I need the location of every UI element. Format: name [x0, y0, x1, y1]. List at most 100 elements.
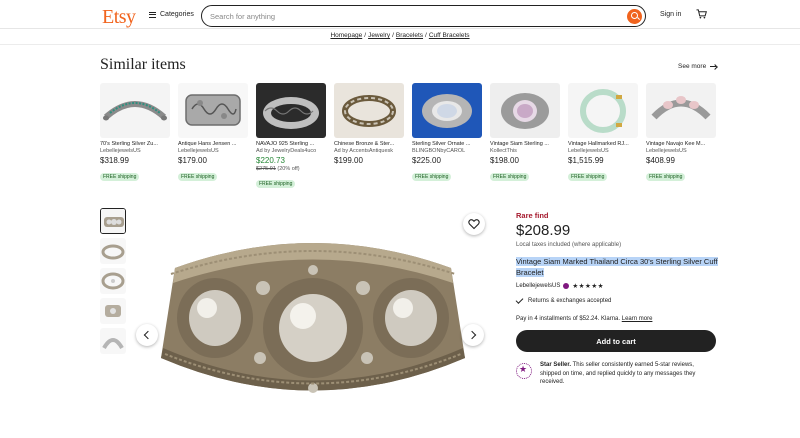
returns-text: Returns & exchanges accepted	[528, 298, 612, 304]
item-title[interactable]: Antique Hans Jensen ...	[178, 141, 248, 147]
image-thumbnail-list	[100, 208, 128, 358]
categories-label: Categories	[160, 11, 194, 18]
image-thumbnail[interactable]	[100, 328, 126, 354]
item-price: $318.99	[100, 156, 129, 165]
arrow-right-icon	[710, 64, 717, 70]
similar-items-title: Similar items	[100, 56, 186, 73]
similar-item-card[interactable]: NAVAJO 925 Sterling ... Ad by JewelryDea…	[256, 83, 326, 190]
item-image[interactable]	[100, 83, 170, 138]
search-bar	[201, 5, 646, 27]
image-thumbnail[interactable]	[100, 238, 126, 264]
item-image[interactable]	[490, 83, 560, 138]
free-shipping-badge: FREE shipping	[412, 173, 452, 181]
item-title[interactable]: Sterling Silver Ornate ...	[412, 141, 482, 147]
breadcrumb: Homepage / Jewelry / Bracelets / Cuff Bracelet…	[330, 32, 470, 39]
breadcrumb-divider	[0, 44, 800, 45]
similar-item-card[interactable]: Vintage Hallmarked RJ... LebellejewelsUS…	[568, 83, 638, 183]
free-shipping-badge: FREE shipping	[490, 173, 530, 181]
item-shop: LebellejewelsUS	[100, 148, 141, 154]
item-original-price: $275.91 (20% off)	[256, 166, 326, 172]
add-to-cart-button[interactable]: Add to cart	[516, 330, 716, 352]
item-title[interactable]: Vintage Navajo Kee M...	[646, 141, 716, 147]
item-price: $179.00	[178, 156, 207, 165]
similar-item-card[interactable]: Vintage Siam Sterling ... KollectThis $1…	[490, 83, 560, 183]
item-shop: LebellejewelsUS	[568, 148, 609, 154]
check-icon	[515, 296, 524, 304]
item-title[interactable]: 70's Sterling Silver Zu...	[100, 141, 170, 147]
free-shipping-badge: FREE shipping	[256, 180, 296, 188]
installments-text: Pay in 4 installments of $52.24. Klarna.	[516, 316, 621, 322]
similar-item-card[interactable]: Antique Hans Jensen ... LebellejewelsUS …	[178, 83, 248, 183]
breadcrumb-homepage[interactable]: Homepage	[330, 32, 362, 39]
etsy-logo[interactable]: Etsy	[102, 6, 136, 29]
search-input[interactable]	[210, 9, 610, 23]
cart-icon[interactable]	[696, 9, 707, 19]
item-price: $225.00	[412, 156, 441, 165]
next-image-button[interactable]	[462, 324, 484, 346]
header-divider	[0, 28, 800, 29]
free-shipping-badge: FREE shipping	[568, 173, 608, 181]
product-title: Vintage Siam Marked Thailand Circa 30's …	[516, 256, 726, 278]
previous-image-button[interactable]	[136, 324, 158, 346]
item-price: $1,515.99	[568, 156, 604, 165]
item-title[interactable]: NAVAJO 925 Sterling ...	[256, 141, 326, 147]
similar-item-card[interactable]: Vintage Navajo Kee M... LebellejewelsUS …	[646, 83, 716, 183]
image-thumbnail[interactable]	[100, 268, 126, 294]
item-shop: LebellejewelsUS	[646, 148, 687, 154]
tax-note: Local taxes included (where applicable)	[516, 242, 622, 248]
breadcrumb-jewelry[interactable]: Jewelry	[368, 32, 390, 39]
categories-button[interactable]: Categories	[149, 11, 194, 18]
see-more-link[interactable]: See more	[678, 63, 717, 70]
breadcrumb-bracelets[interactable]: Bracelets	[396, 32, 423, 39]
star-seller-icon	[516, 363, 532, 379]
shop-name-link[interactable]: LebellejewelsUS	[516, 283, 560, 289]
item-shop: BLINGBONbyCAROL	[412, 148, 466, 154]
item-image[interactable]	[178, 83, 248, 138]
item-price: $220.73	[256, 156, 285, 165]
item-title[interactable]: Vintage Hallmarked RJ...	[568, 141, 638, 147]
star-seller-info: Star Seller. This seller consistently ea…	[516, 361, 716, 387]
item-image[interactable]	[646, 83, 716, 138]
item-image[interactable]	[334, 83, 404, 138]
item-price: $199.00	[334, 156, 363, 165]
similar-item-card[interactable]: Chinese Bronze & Ster... Ad by AccentsAn…	[334, 83, 404, 165]
item-image[interactable]	[568, 83, 638, 138]
star-seller-text: Star Seller. This seller consistently ea…	[540, 361, 716, 387]
installments-info: Pay in 4 installments of $52.24. Klarna.…	[516, 316, 652, 322]
similar-item-card[interactable]: Sterling Silver Ornate ... BLINGBONbyCAR…	[412, 83, 482, 183]
shop-info: LebellejewelsUS ★★★★★	[516, 282, 604, 290]
free-shipping-badge: FREE shipping	[100, 173, 140, 181]
item-shop: KollectThis	[490, 148, 517, 154]
star-seller-label: Star Seller.	[540, 362, 572, 368]
star-seller-badge-icon	[563, 283, 570, 289]
item-image[interactable]	[256, 83, 326, 138]
see-more-label: See more	[678, 63, 707, 70]
item-title[interactable]: Vintage Siam Sterling ...	[490, 141, 560, 147]
main-product-image[interactable]	[135, 208, 492, 438]
item-image[interactable]	[412, 83, 482, 138]
product-price: $208.99	[516, 222, 571, 239]
rating-stars[interactable]: ★★★★★	[572, 282, 604, 290]
item-shop: Ad by AccentsAntiquesk	[334, 148, 394, 154]
item-shop: Ad by JewelryDeals4uco	[256, 148, 317, 154]
search-button[interactable]	[627, 8, 642, 24]
item-price: $408.99	[646, 156, 675, 165]
item-title[interactable]: Chinese Bronze & Ster...	[334, 141, 404, 147]
discount-label: (20% off)	[277, 166, 300, 172]
item-price: $198.00	[490, 156, 519, 165]
favorite-button[interactable]	[463, 213, 485, 235]
image-thumbnail[interactable]	[100, 208, 126, 234]
free-shipping-badge: FREE shipping	[646, 173, 686, 181]
sign-in-link[interactable]: Sign in	[660, 11, 681, 18]
rare-find-label: Rare find	[516, 211, 549, 220]
learn-more-link[interactable]: Learn more	[622, 316, 653, 322]
heart-icon	[468, 219, 480, 230]
image-thumbnail[interactable]	[100, 298, 126, 324]
breadcrumb-cuff-bracelets[interactable]: Cuff Bracelets	[429, 32, 470, 39]
returns-info: Returns & exchanges accepted	[515, 296, 612, 304]
item-shop: LebellejewelsUS	[178, 148, 219, 154]
original-price: $275.91	[256, 166, 276, 172]
free-shipping-badge: FREE shipping	[178, 173, 218, 181]
menu-icon	[149, 11, 156, 18]
similar-item-card[interactable]: 70's Sterling Silver Zu... Lebellejewels…	[100, 83, 170, 183]
